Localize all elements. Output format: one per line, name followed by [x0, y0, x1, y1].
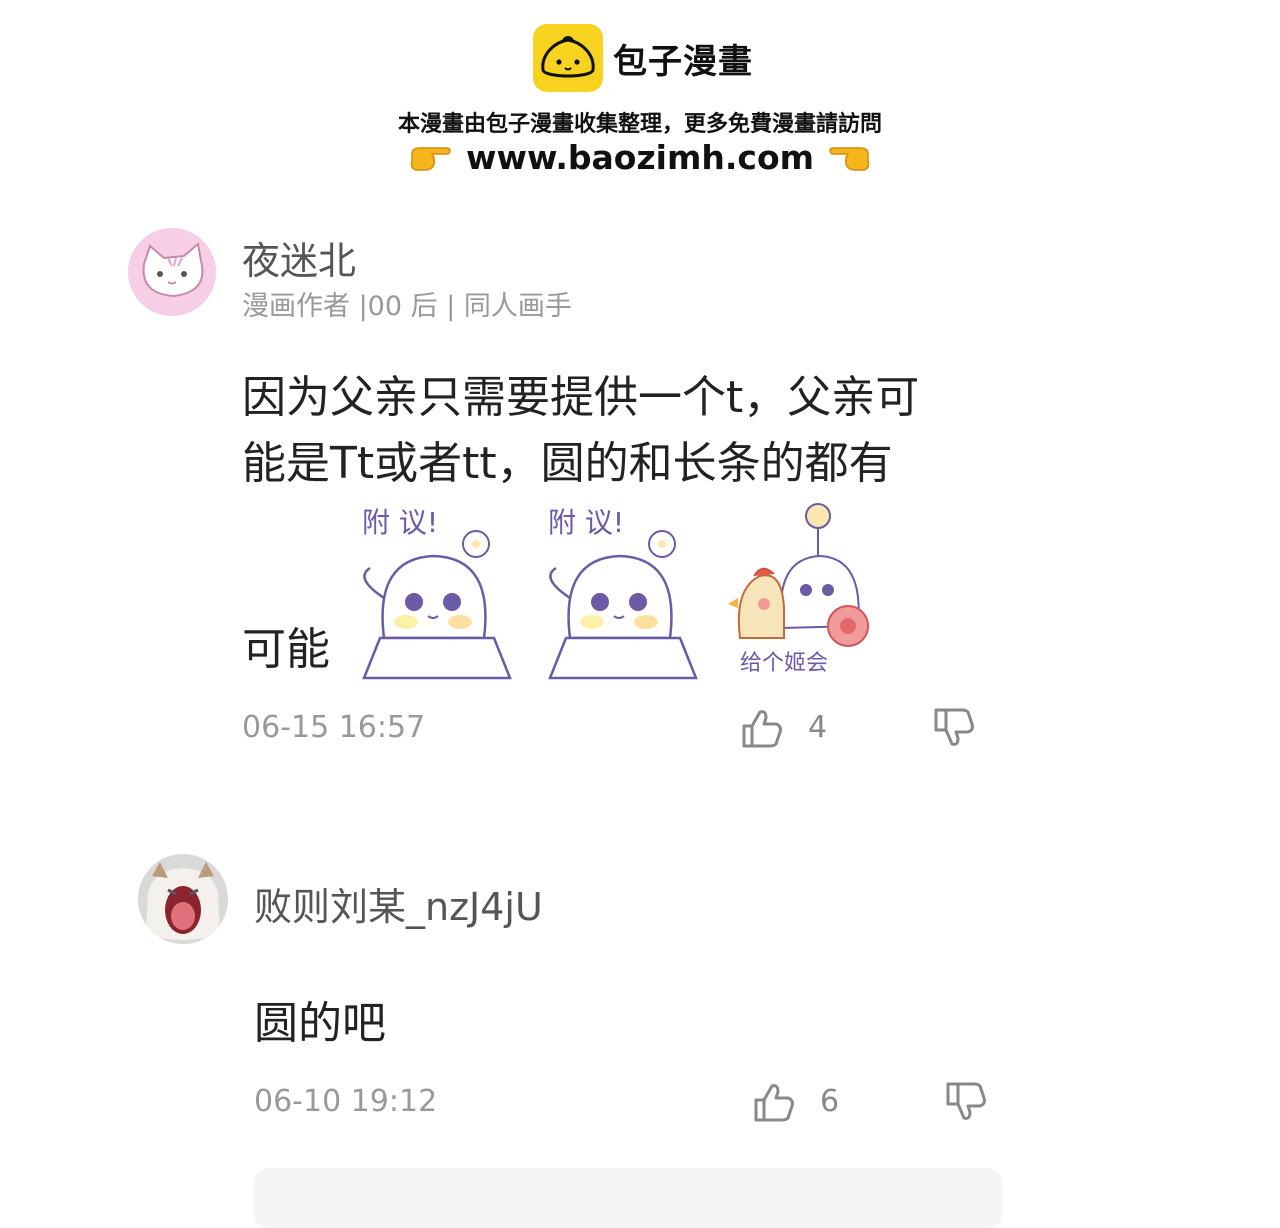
like-count: 6 — [820, 1084, 840, 1119]
comment-text-line: 能是Tt或者tt，圆的和长条的都有 — [242, 438, 893, 489]
brand-name: 包子漫畫 — [613, 41, 753, 82]
avatar[interactable] — [128, 228, 216, 316]
sticker-caption: 给个姬会 — [740, 651, 828, 676]
username[interactable]: 败则刘某_nzJ4jU — [254, 876, 543, 931]
bun-logo-icon — [533, 24, 603, 92]
cat-avatar-image — [128, 228, 216, 316]
comment-text-line: 因为父亲只需要提供一个t，父亲可 — [242, 372, 920, 423]
watermark-url-row: www.baozimh.com — [0, 138, 1280, 177]
sticker-caption: 附 议! — [548, 506, 624, 539]
thumbs-up-icon[interactable] — [740, 706, 784, 750]
brand: 包子漫畫 — [533, 24, 753, 92]
comment-text: 圆的吧 — [254, 998, 386, 1049]
username[interactable]: 夜迷北 — [242, 230, 356, 285]
like-count: 4 — [808, 710, 828, 745]
yawning-cat-avatar-image — [138, 854, 228, 944]
reply-preview-card[interactable] — [254, 1168, 1002, 1228]
thumbs-down-icon[interactable] — [932, 706, 976, 750]
pointing-left-hand-icon — [829, 146, 870, 171]
pointing-right-hand-icon — [410, 146, 451, 171]
sticker-agree-image: 附 议! — [362, 506, 512, 680]
watermark-url[interactable]: www.baozimh.com — [466, 138, 814, 177]
comment-text-line: 可能 — [242, 624, 330, 675]
comment-time: 06-10 19:12 — [254, 1084, 438, 1119]
avatar[interactable] — [138, 854, 228, 944]
sticker-chicken-image: 给个姬会 — [728, 503, 869, 676]
watermark-notice: 本漫畫由包子漫畫收集整理，更多免費漫畫請訪問 — [397, 112, 882, 137]
user-tags: 漫画作者 |00 后 | 同人画手 — [242, 291, 572, 322]
sticker-caption: 附 议! — [362, 506, 438, 539]
sticker-agree-image: 附 议! — [548, 506, 698, 680]
comment-time: 06-15 16:57 — [242, 710, 426, 745]
thumbs-down-icon[interactable] — [944, 1080, 988, 1124]
thumbs-up-icon[interactable] — [752, 1080, 796, 1124]
